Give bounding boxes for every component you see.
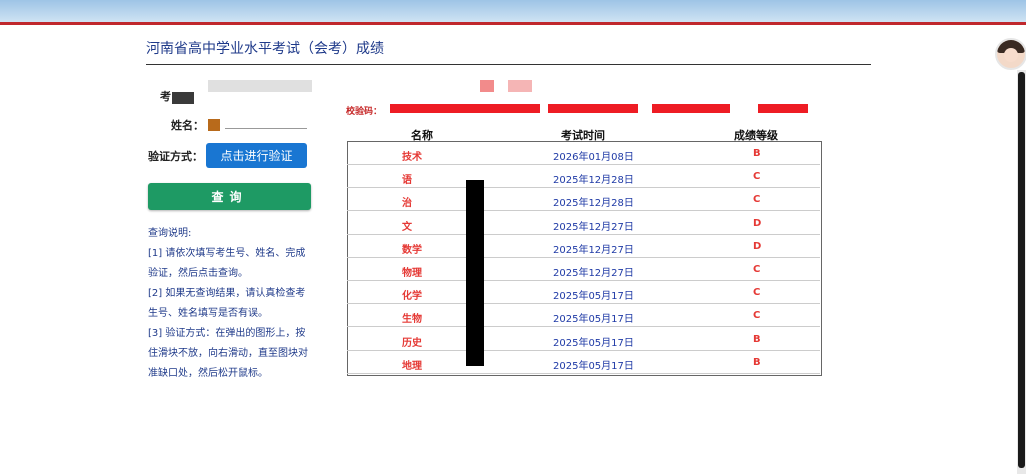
date-cell: 2025年05月17日 — [553, 291, 634, 303]
redaction-bar — [390, 104, 540, 113]
query-button[interactable]: 查询 — [148, 183, 311, 210]
instructions: 查询说明: [1] 请依次填写考生号、姓名、完成 验证，然后点击查询。 [2] … — [148, 224, 313, 384]
grade-cell: C — [753, 171, 761, 183]
date-cell: 2026年01月08日 — [553, 152, 634, 163]
grade-cell: D — [753, 240, 762, 252]
page-title: 河南省高中学业水平考试（会考）成绩 — [146, 41, 384, 57]
subject-cell: 化学 — [402, 291, 422, 303]
date-cell: 2025年12月27日 — [553, 244, 634, 256]
instruction-line: 住滑块不放，向右滑动，直至图块对 — [148, 348, 308, 359]
redaction-block — [480, 80, 494, 92]
instruction-line: [1] 请依次填写考生号、姓名、完成 — [148, 248, 306, 259]
table-row-divider — [347, 233, 820, 235]
browser-top-band — [0, 0, 1026, 22]
column-header-grade: 成绩等级 — [734, 129, 778, 142]
redaction-block — [208, 80, 312, 92]
subject-cell: 数学 — [402, 244, 422, 256]
table-row-divider — [347, 210, 820, 212]
grade-cell: C — [753, 310, 761, 322]
instruction-line: 准缺口处，然后松开鼠标。 — [148, 368, 268, 379]
title-divider — [146, 64, 871, 65]
instruction-line: 验证，然后点击查询。 — [148, 268, 248, 279]
table-row-divider — [347, 349, 820, 351]
subject-cell: 语 — [402, 175, 412, 187]
subject-cell: 治 — [402, 198, 412, 210]
date-cell: 2025年05月17日 — [553, 314, 634, 326]
grade-cell: B — [753, 333, 761, 345]
exam-number-field-redacted[interactable] — [172, 92, 194, 104]
name-field-redacted — [208, 119, 220, 131]
verify-label: 验证方式： — [148, 150, 203, 163]
table-row-divider — [347, 280, 820, 281]
scrollbar-thumb[interactable] — [1018, 72, 1025, 468]
table-row-divider — [347, 372, 820, 374]
verify-button[interactable]: 点击进行验证 — [206, 143, 307, 168]
table-row-divider — [347, 256, 820, 258]
name-input[interactable] — [225, 128, 307, 129]
table-row-divider — [347, 187, 820, 189]
instruction-line: 生号、姓名填写是否有误。 — [148, 308, 268, 319]
avatar-face — [1004, 48, 1018, 62]
column-header-date: 考试时间 — [561, 129, 605, 142]
date-cell: 2025年12月28日 — [553, 198, 634, 210]
grade-cell: C — [753, 287, 761, 299]
instruction-line: [2] 如果无查询结果，请认真检查考 — [148, 288, 306, 299]
grade-cell: C — [753, 264, 761, 275]
assistant-avatar-icon[interactable] — [995, 38, 1026, 70]
subject-cell: 物理 — [402, 268, 422, 279]
grade-cell: D — [753, 217, 762, 229]
redaction-bar — [758, 104, 808, 113]
date-cell: 2025年12月27日 — [553, 221, 634, 233]
table-row-divider — [347, 303, 820, 305]
header-red-rule — [0, 22, 1026, 25]
redaction-bar — [466, 180, 484, 366]
exam-number-label: 考 — [160, 90, 171, 103]
subject-cell: 生物 — [402, 314, 422, 326]
grade-cell: B — [753, 148, 761, 159]
date-cell: 2025年05月17日 — [553, 337, 634, 349]
instructions-heading: 查询说明: — [148, 228, 192, 239]
table-row-divider — [347, 326, 820, 328]
column-header-subject: 名称 — [411, 129, 433, 142]
subject-cell: 文 — [402, 221, 412, 233]
verification-code-label: 校验码： — [346, 107, 383, 117]
date-cell: 2025年12月28日 — [553, 175, 634, 187]
subject-cell: 技术 — [402, 152, 422, 163]
table-row-divider — [347, 164, 820, 165]
grade-cell: C — [753, 194, 761, 206]
redaction-bar — [652, 104, 730, 113]
instruction-line: [3] 验证方式：在弹出的图形上，按 — [148, 328, 306, 339]
grade-cell: B — [753, 356, 761, 368]
name-label: 姓名： — [171, 119, 204, 132]
redaction-bar — [548, 104, 638, 113]
subject-cell: 地理 — [402, 360, 422, 372]
date-cell: 2025年05月17日 — [553, 360, 634, 372]
redaction-block — [508, 80, 532, 92]
date-cell: 2025年12月27日 — [553, 268, 634, 279]
subject-cell: 历史 — [402, 337, 422, 349]
